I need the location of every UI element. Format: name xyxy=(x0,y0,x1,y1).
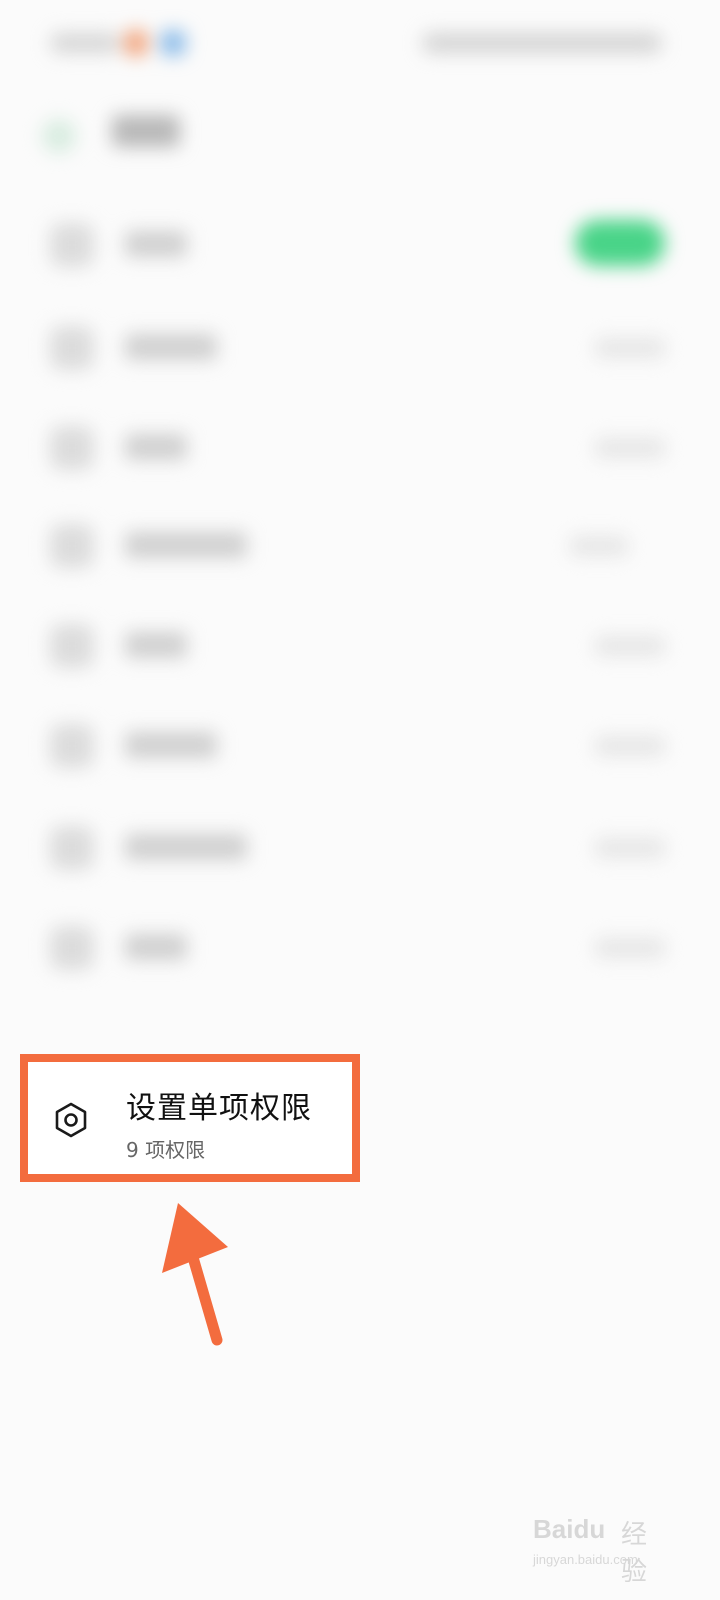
list-item-label xyxy=(125,434,187,460)
permission-icon xyxy=(50,326,94,370)
permission-icon xyxy=(50,426,94,470)
list-item-label xyxy=(125,834,247,860)
single-permission-subtitle: 9 项权限 xyxy=(126,1138,206,1162)
back-icon[interactable] xyxy=(42,119,76,153)
permission-icon xyxy=(50,524,94,568)
baidu-watermark: Baidu 经验 jingyan.baidu.com xyxy=(533,1514,668,1587)
list-item-value xyxy=(595,338,665,358)
list-item-label xyxy=(125,732,217,758)
status-indicators xyxy=(422,33,662,53)
list-item-value xyxy=(570,536,628,556)
page-title xyxy=(112,115,180,147)
list-item[interactable] xyxy=(0,898,720,998)
list-item[interactable] xyxy=(0,195,720,295)
list-item[interactable] xyxy=(0,398,720,498)
status-bar xyxy=(0,0,720,90)
permission-icon xyxy=(50,724,94,768)
status-time xyxy=(50,33,120,53)
pointer-arrow xyxy=(162,1203,228,1346)
permission-icon xyxy=(50,624,94,668)
list-item[interactable] xyxy=(0,596,720,696)
watermark-suffix: 经验 xyxy=(621,1520,648,1587)
list-item-label xyxy=(125,334,217,360)
permission-icon xyxy=(50,926,94,970)
list-item-label xyxy=(125,532,247,558)
list-item-label xyxy=(125,231,187,257)
watermark-url: jingyan.baidu.com xyxy=(533,1552,638,1567)
list-item-value xyxy=(595,636,665,656)
list-item-label xyxy=(125,934,187,960)
notification-icon xyxy=(160,30,186,56)
list-item[interactable] xyxy=(0,798,720,898)
permission-toggle[interactable] xyxy=(575,220,665,266)
notification-icon xyxy=(124,30,148,56)
list-item-value xyxy=(595,438,665,458)
watermark-brand: Baidu xyxy=(533,1514,606,1544)
permission-icon xyxy=(50,223,94,267)
list-item[interactable] xyxy=(0,298,720,398)
permission-icon xyxy=(50,826,94,870)
settings-hexagon-icon xyxy=(52,1101,90,1139)
list-item-value xyxy=(595,838,665,858)
list-item-label xyxy=(125,632,187,658)
list-item[interactable] xyxy=(0,696,720,796)
single-permission-title: 设置单项权限 xyxy=(126,1091,312,1126)
list-item[interactable] xyxy=(0,496,720,596)
list-item-value xyxy=(595,736,665,756)
list-item-value xyxy=(595,938,665,958)
page-header xyxy=(0,95,720,175)
